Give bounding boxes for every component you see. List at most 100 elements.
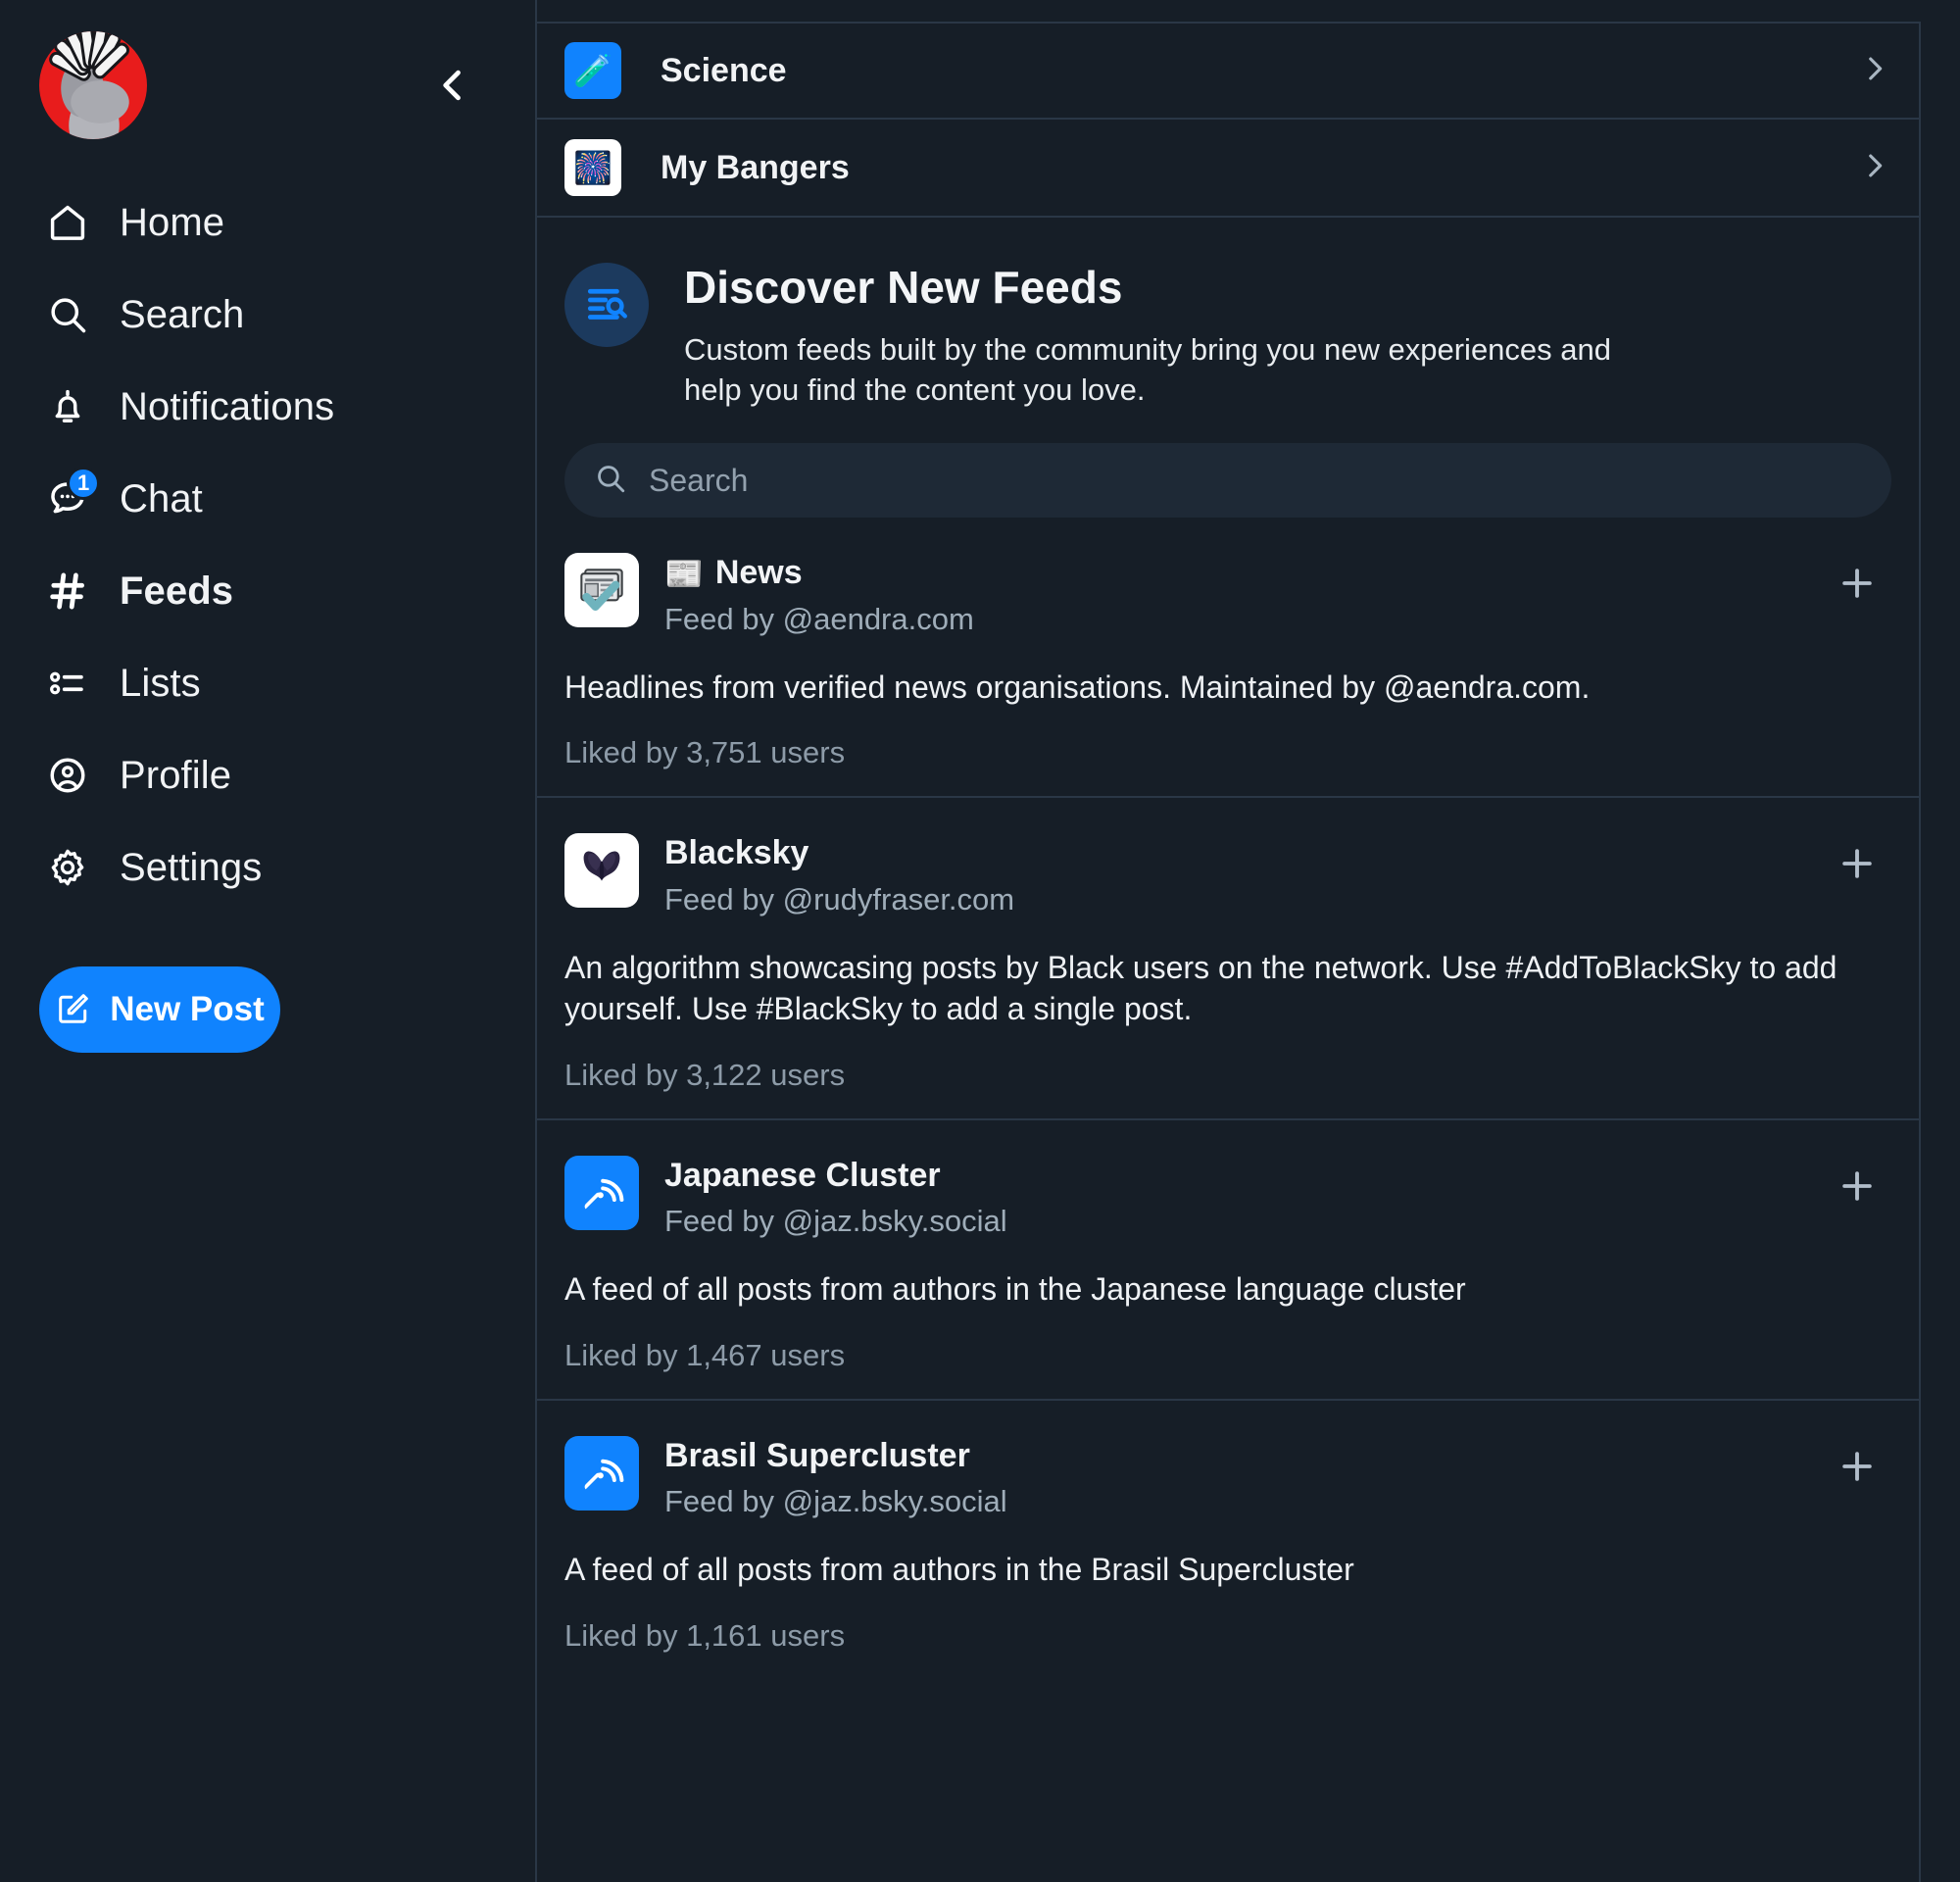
collapse-sidebar-button[interactable] [421,54,484,117]
main-column: 🧪 Science 🎆 My Bangers Discover New Feed… [537,0,1960,1882]
feed-name-row: Brasil Supercluster [664,1436,1797,1474]
feed-card-header: Blacksky Feed by @rudyfraser.com [564,833,1891,916]
feed-author: Feed by @jaz.bsky.social [664,1204,1007,1239]
feed-card-brasil-supercluster[interactable]: Brasil Supercluster Feed by @jaz.bsky.so… [537,1398,1919,1679]
feed-results-list: 📰 News Feed by @aendra.com Headlines fro… [537,518,1919,1678]
newspaper-check-icon [580,569,623,612]
search-input[interactable] [649,462,1862,499]
newspaper-emoji-icon: 📰 [664,556,704,592]
add-feed-button[interactable] [1823,829,1891,898]
blacksky-feed-avatar [564,833,639,909]
compose-icon [55,990,92,1030]
new-post-button[interactable]: New Post [39,966,280,1053]
sidebar-item-notifications[interactable]: Notifications [0,361,535,453]
feed-card-news[interactable]: 📰 News Feed by @aendra.com Headlines fro… [537,518,1919,796]
sidebar: Home Search Notifications 1 Chat Feeds L… [0,0,537,1882]
sidebar-item-label: Home [120,200,225,244]
user-circle-icon [45,753,90,798]
feed-name-row: 📰 News [664,554,1797,592]
pinned-feed-science[interactable]: 🧪 Science [537,22,1919,120]
pinned-feed-label: Science [661,51,787,89]
feed-description: A feed of all posts from authors in the … [564,1552,1354,1588]
sidebar-item-feeds[interactable]: Feeds [0,545,535,637]
feed-card-meta: Japanese Cluster Feed by @jaz.bsky.socia… [664,1156,1797,1239]
feed-like-count: Liked by 3,122 users [564,1057,846,1092]
feed-description: A feed of all posts from authors in the … [564,1271,1466,1308]
hashtag-icon [45,569,90,614]
sidebar-item-profile[interactable]: Profile [0,729,535,821]
plus-icon [1842,1171,1872,1201]
sidebar-item-settings[interactable]: Settings [0,821,535,914]
satellite-dish-icon [584,1459,624,1490]
bell-icon [45,384,90,429]
sidebar-item-label: Chat [120,476,203,520]
avatar-mane [39,31,147,139]
add-feed-button[interactable] [1823,1432,1891,1501]
feeds-screen: 🧪 Science 🎆 My Bangers Discover New Feed… [537,22,1921,1882]
feed-name-row: Blacksky [664,834,1797,872]
page-title: Discover New Feeds [684,262,1123,313]
sidebar-item-label: Settings [120,845,263,889]
app-root: Home Search Notifications 1 Chat Feeds L… [0,0,1960,1882]
discover-text-block: Discover New Feeds Custom feeds built by… [684,263,1664,410]
feed-card-header: Japanese Cluster Feed by @jaz.bsky.socia… [564,1155,1891,1239]
feed-card-meta: 📰 News Feed by @aendra.com [664,553,1797,636]
sidebar-item-search[interactable]: Search [0,269,535,361]
news-feed-avatar [564,553,639,628]
feed-author: Feed by @rudyfraser.com [664,881,1015,916]
sidebar-header [0,0,535,147]
feed-name: Japanese Cluster [664,1156,941,1194]
firework-icon: 🎆 [573,150,612,185]
feed-card-meta: Brasil Supercluster Feed by @jaz.bsky.so… [664,1436,1797,1519]
japanese-cluster-feed-avatar [564,1155,639,1230]
avatar[interactable] [39,31,147,139]
chevron-left-icon [443,70,461,101]
feed-name-row: Japanese Cluster [664,1156,1797,1194]
feed-author: Feed by @jaz.bsky.social [664,1484,1007,1519]
science-feed-avatar: 🧪 [564,42,621,99]
feed-card-header: 📰 News Feed by @aendra.com [564,553,1891,636]
chat-bubble-icon: 1 [45,467,101,521]
gear-icon [45,845,90,890]
pinned-feed-my-bangers[interactable]: 🎆 My Bangers [537,120,1919,218]
feed-like-count: Liked by 3,751 users [564,735,846,770]
feed-card-blacksky[interactable]: Blacksky Feed by @rudyfraser.com An algo… [537,796,1919,1117]
plus-icon [1842,569,1872,599]
chevron-right-icon [1858,52,1891,90]
satellite-dish-icon [584,1178,624,1210]
sidebar-item-label: Notifications [120,384,335,428]
feed-description: Headlines from verified news organisatio… [564,669,1591,705]
feed-like-count: Liked by 1,467 users [564,1337,846,1372]
feed-search-box[interactable] [564,443,1891,519]
sidebar-item-label: Profile [120,753,232,797]
new-post-label: New Post [110,990,265,1028]
feed-card-meta: Blacksky Feed by @rudyfraser.com [664,833,1797,916]
feed-like-count: Liked by 1,161 users [564,1617,846,1653]
sidebar-item-home[interactable]: Home [0,176,535,269]
home-icon [45,200,90,245]
feed-description: An algorithm showcasing posts by Black u… [564,949,1838,1027]
feed-search-icon [564,263,649,347]
brasil-supercluster-feed-avatar [564,1435,639,1511]
sidebar-item-label: Feeds [120,569,234,613]
add-feed-button[interactable] [1823,549,1891,618]
sidebar-nav: Home Search Notifications 1 Chat Feeds L… [0,176,535,914]
sidebar-item-label: Search [120,292,245,336]
chat-unread-badge: 1 [67,467,101,500]
butterfly-icon [583,851,620,882]
feed-name: News [714,554,803,592]
my-bangers-feed-avatar: 🎆 [564,139,621,196]
search-icon [594,462,627,500]
plus-icon [1842,849,1872,879]
feed-name: Brasil Supercluster [664,1436,970,1474]
sidebar-item-lists[interactable]: Lists [0,637,535,729]
discover-new-feeds-header: Discover New Feeds Custom feeds built by… [537,218,1919,410]
feed-author: Feed by @aendra.com [664,601,974,636]
sidebar-item-chat[interactable]: 1 Chat [0,453,535,545]
feed-name: Blacksky [664,834,809,872]
chevron-right-icon [1858,149,1891,187]
add-feed-button[interactable] [1823,1152,1891,1220]
feed-card-header: Brasil Supercluster Feed by @jaz.bsky.so… [564,1435,1891,1519]
sidebar-item-label: Lists [120,661,201,705]
feed-card-japanese-cluster[interactable]: Japanese Cluster Feed by @jaz.bsky.socia… [537,1117,1919,1399]
